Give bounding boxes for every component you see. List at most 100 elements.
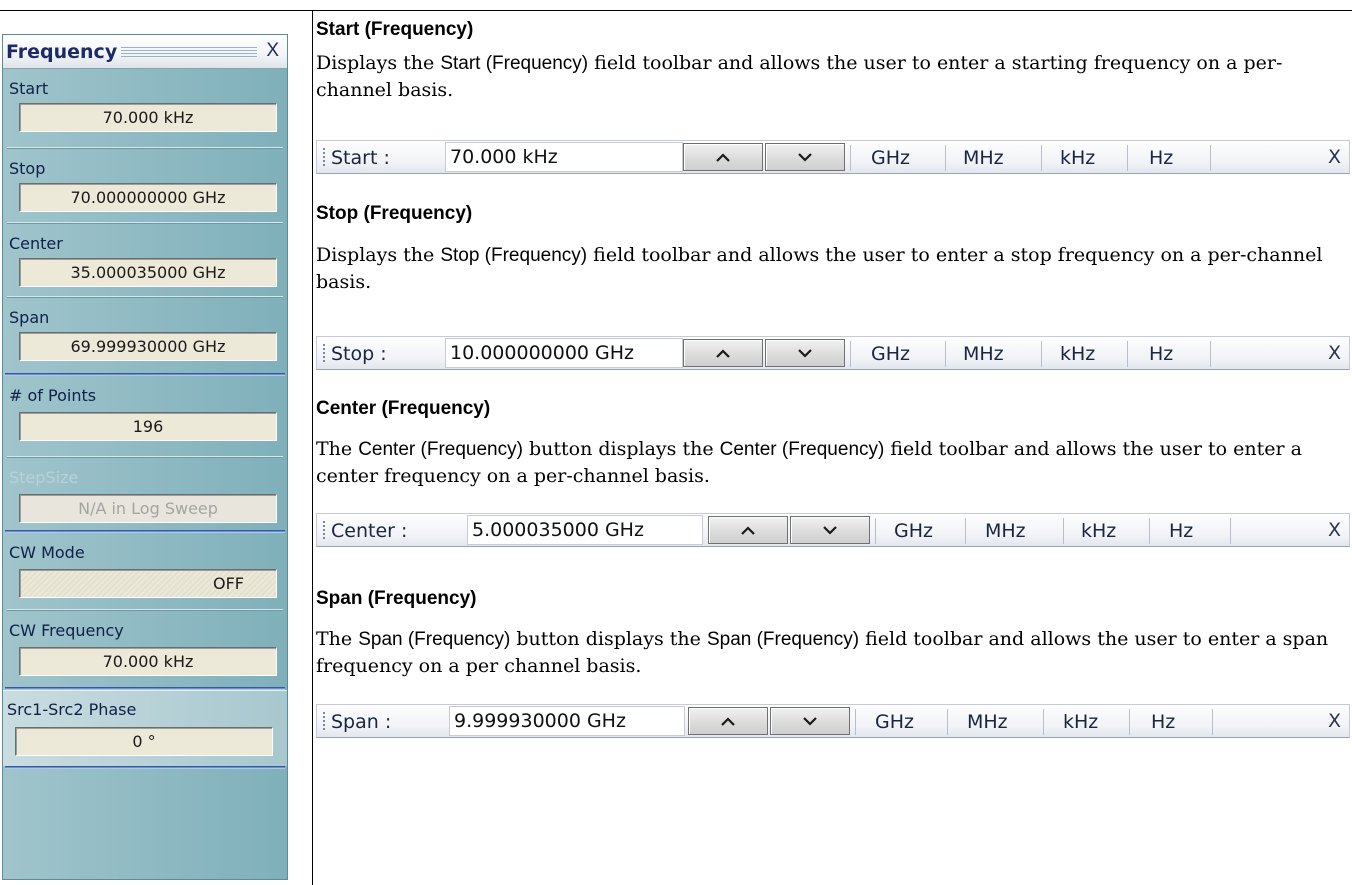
center-input[interactable]: 5.000035000 GHz	[467, 515, 703, 545]
unit-hz-button[interactable]: Hz	[1151, 711, 1175, 733]
menu-item-cw-mode[interactable]: CW Mode OFF	[3, 533, 287, 609]
toolbar-close-button[interactable]: X	[1328, 519, 1341, 541]
toolbar-label: Span :	[331, 711, 392, 733]
points-value-field[interactable]: 196	[19, 412, 277, 441]
unit-ghz-button[interactable]: GHz	[894, 520, 933, 542]
caret-up-icon	[721, 716, 735, 726]
start-input[interactable]: 70.000 kHz	[445, 142, 683, 172]
unit-khz-button[interactable]: kHz	[1060, 147, 1095, 169]
start-value-field[interactable]: 70.000 kHz	[19, 103, 277, 132]
desc-text: button displays the	[510, 628, 707, 650]
desc-text: Displays the	[316, 52, 441, 74]
menu-item-start[interactable]: Start 70.000 kHz	[3, 69, 287, 147]
toolbar-close-button[interactable]: X	[1328, 342, 1341, 364]
span-value-field[interactable]: 69.999930000 GHz	[19, 332, 277, 361]
unit-khz-button[interactable]: kHz	[1063, 711, 1098, 733]
column-rule	[312, 11, 313, 885]
menu-item-span[interactable]: Span 69.999930000 GHz	[3, 298, 287, 373]
increment-button[interactable]	[688, 707, 768, 735]
unit-mhz-button[interactable]: MHz	[963, 147, 1004, 169]
cw-mode-toggle[interactable]: OFF	[19, 569, 277, 598]
caret-down-icon	[798, 152, 812, 162]
menu-item-label: CW Mode	[9, 543, 85, 562]
unit-mhz-button[interactable]: MHz	[963, 343, 1004, 365]
unit-hz-button[interactable]: Hz	[1149, 147, 1173, 169]
decrement-button[interactable]	[770, 707, 850, 735]
menu-item-label: Center	[9, 234, 63, 253]
toolbar-divider	[1149, 518, 1150, 544]
section-heading-span: Span (Frequency)	[316, 588, 477, 609]
toolbar-divider	[945, 145, 946, 171]
decrement-button[interactable]	[765, 339, 845, 367]
stop-field-toolbar: Stop : 10.000000000 GHz GHz MHz kHz Hz X	[316, 336, 1350, 370]
toolbar-label: Start :	[331, 147, 390, 169]
toolbar-divider	[1210, 341, 1211, 367]
menu-item-stop[interactable]: Stop 70.000000000 GHz	[3, 149, 287, 222]
span-input[interactable]: 9.999930000 GHz	[449, 706, 685, 736]
unit-khz-button[interactable]: kHz	[1081, 520, 1116, 542]
menu-item-label: Start	[9, 79, 49, 98]
unit-ghz-button[interactable]: GHz	[871, 343, 910, 365]
toolbar-grip-icon[interactable]	[323, 344, 325, 364]
menu-item-points[interactable]: # of Points 196	[3, 376, 287, 456]
menu-title-bar: Frequency X	[3, 35, 287, 69]
section-description-center: The Center (Frequency) button displays t…	[316, 436, 1346, 489]
toolbar-divider	[1127, 341, 1128, 367]
decrement-button[interactable]	[790, 516, 870, 544]
section-description-span: The Span (Frequency) button displays the…	[316, 626, 1346, 679]
menu-item-label: Stop	[9, 159, 46, 178]
toolbar-grip-icon[interactable]	[323, 712, 325, 732]
src-phase-value-field[interactable]: 0 °	[15, 727, 273, 756]
toolbar-close-button[interactable]: X	[1328, 710, 1341, 732]
unit-hz-button[interactable]: Hz	[1169, 520, 1193, 542]
desc-ui-term: Span (Frequency)	[358, 629, 511, 650]
menu-item-src-phase[interactable]: Src1-Src2 Phase 0 °	[3, 690, 287, 766]
increment-button[interactable]	[683, 339, 763, 367]
span-field-toolbar: Span : 9.999930000 GHz GHz MHz kHz Hz X	[316, 704, 1350, 738]
unit-mhz-button[interactable]: MHz	[967, 711, 1008, 733]
menu-close-button[interactable]: X	[266, 40, 279, 62]
stop-value-field[interactable]: 70.000000000 GHz	[19, 183, 277, 212]
menu-title: Frequency	[6, 41, 118, 63]
stop-input[interactable]: 10.000000000 GHz	[445, 338, 683, 368]
caret-down-icon	[798, 348, 812, 358]
toolbar-divider	[1063, 518, 1064, 544]
toolbar-divider	[855, 709, 856, 735]
menu-group-separator	[5, 766, 285, 769]
toolbar-divider	[850, 341, 851, 367]
toolbar-divider	[1041, 145, 1042, 171]
increment-button[interactable]	[683, 143, 763, 171]
menu-item-center[interactable]: Center 35.000035000 GHz	[3, 224, 287, 296]
center-value-field[interactable]: 35.000035000 GHz	[19, 258, 277, 287]
start-field-toolbar: Start : 70.000 kHz GHz MHz kHz Hz X	[316, 140, 1350, 174]
section-description-stop: Displays the Stop (Frequency) field tool…	[316, 242, 1346, 295]
caret-up-icon	[716, 152, 730, 162]
caret-down-icon	[803, 716, 817, 726]
toolbar-divider	[1127, 145, 1128, 171]
desc-text: The	[316, 628, 359, 650]
unit-ghz-button[interactable]: GHz	[871, 147, 910, 169]
menu-item-cw-frequency[interactable]: CW Frequency 70.000 kHz	[3, 611, 287, 687]
caret-down-icon	[823, 525, 837, 535]
menu-item-label: StepSize	[9, 468, 79, 487]
unit-hz-button[interactable]: Hz	[1149, 343, 1173, 365]
toolbar-divider	[1129, 709, 1130, 735]
unit-ghz-button[interactable]: GHz	[875, 711, 914, 733]
toolbar-divider	[965, 518, 966, 544]
increment-button[interactable]	[708, 516, 788, 544]
decrement-button[interactable]	[765, 143, 845, 171]
title-bar-grip	[121, 47, 257, 58]
cw-frequency-value-field[interactable]: 70.000 kHz	[19, 647, 277, 676]
toolbar-divider	[1041, 341, 1042, 367]
toolbar-close-button[interactable]: X	[1328, 146, 1341, 168]
desc-ui-term: Center (Frequency)	[358, 439, 523, 460]
desc-ui-term: Span (Frequency)	[706, 629, 860, 650]
toolbar-divider	[875, 518, 876, 544]
toolbar-label: Stop :	[331, 343, 387, 365]
unit-khz-button[interactable]: kHz	[1060, 343, 1095, 365]
toolbar-grip-icon[interactable]	[323, 148, 325, 168]
unit-mhz-button[interactable]: MHz	[985, 520, 1026, 542]
toolbar-grip-icon[interactable]	[323, 521, 325, 541]
stepsize-value-field: N/A in Log Sweep	[19, 494, 277, 523]
section-heading-start: Start (Frequency)	[316, 19, 474, 40]
